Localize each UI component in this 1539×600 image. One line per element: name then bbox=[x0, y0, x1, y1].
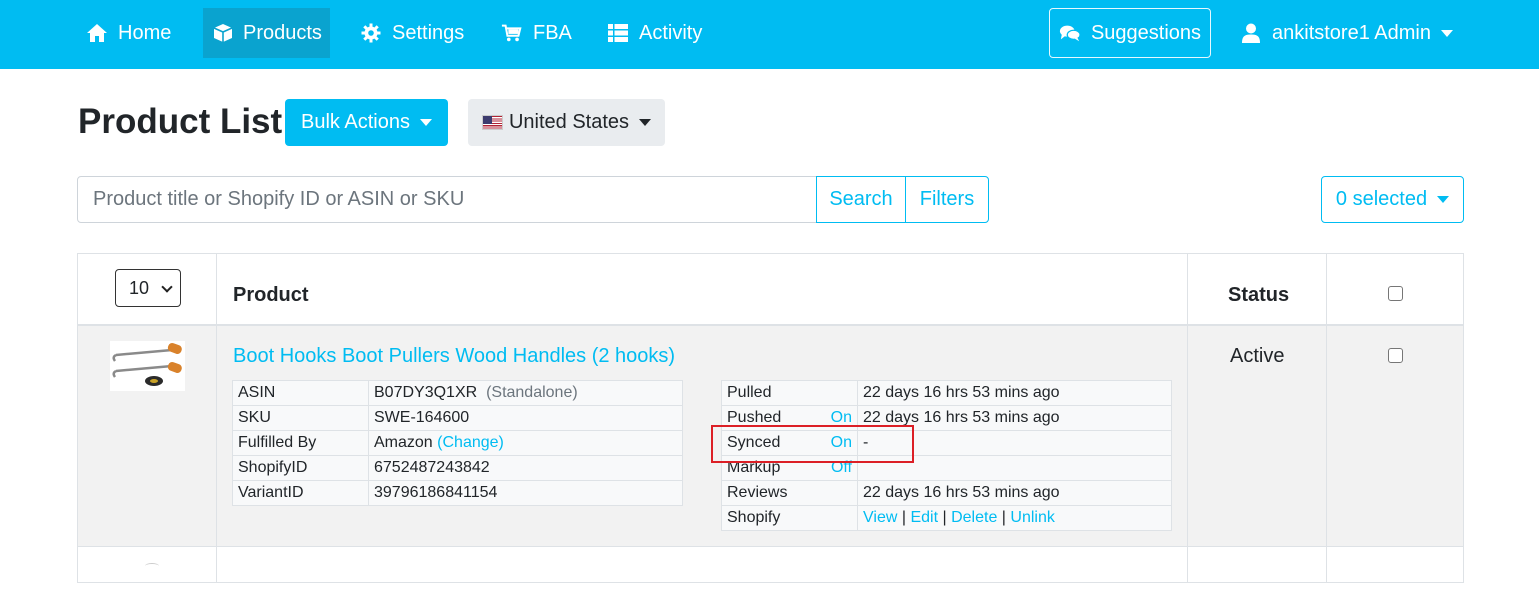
asin-note: (Standalone) bbox=[486, 384, 578, 401]
pulled-label: Pulled bbox=[721, 380, 858, 406]
separator: | bbox=[942, 509, 947, 526]
fulfilled-cell: Amazon (Change) bbox=[368, 430, 683, 456]
product-table: 10 Product Status Boot Hooks Boot Puller… bbox=[77, 253, 1464, 583]
column-divider bbox=[1326, 254, 1327, 582]
us-flag-icon bbox=[481, 115, 503, 130]
sync-row-pulled: Pulled 22 days 16 hrs 53 mins ago bbox=[721, 380, 1172, 406]
nav-fba[interactable]: FBA bbox=[491, 8, 582, 58]
details-row-asin: ASIN B07DY3Q1XR (Standalone) bbox=[232, 380, 683, 406]
fulfilled-change-link[interactable]: (Change) bbox=[437, 434, 504, 451]
sync-row-shopify: Shopify View | Edit | Delete | Unlink bbox=[721, 505, 1172, 531]
fulfilled-value: Amazon bbox=[374, 434, 433, 451]
chevron-down-icon bbox=[1437, 196, 1450, 203]
nav-fba-label: FBA bbox=[533, 21, 572, 44]
variantid-value: 39796186841154 bbox=[368, 480, 683, 506]
shopify-label: Shopify bbox=[721, 505, 858, 531]
product-thumbnail[interactable] bbox=[110, 341, 185, 391]
details-row-fulfilled: Fulfilled By Amazon (Change) bbox=[232, 430, 683, 456]
box-icon bbox=[213, 22, 233, 44]
sync-row-reviews: Reviews 22 days 16 hrs 53 mins ago bbox=[721, 480, 1172, 506]
nav-products[interactable]: Products bbox=[203, 8, 330, 58]
edit-link[interactable]: Edit bbox=[910, 509, 938, 526]
suggestions-label: Suggestions bbox=[1090, 21, 1202, 44]
list-icon bbox=[607, 22, 629, 44]
details-row-sku: SKU SWE-164600 bbox=[232, 405, 683, 431]
unlink-link[interactable]: Unlink bbox=[1010, 509, 1054, 526]
pulled-value: 22 days 16 hrs 53 mins ago bbox=[857, 380, 1172, 406]
user-menu-label: ankitstore1 Admin bbox=[1272, 21, 1431, 44]
column-header-status: Status bbox=[1228, 284, 1290, 306]
chevron-down-icon bbox=[639, 119, 652, 126]
column-divider bbox=[1187, 254, 1188, 582]
column-divider bbox=[216, 254, 217, 582]
separator: | bbox=[901, 509, 906, 526]
nav-settings-label: Settings bbox=[392, 21, 465, 44]
nav-activity[interactable]: Activity bbox=[597, 8, 712, 58]
delete-link[interactable]: Delete bbox=[951, 509, 997, 526]
home-icon bbox=[86, 22, 108, 44]
country-select-button[interactable]: United States bbox=[468, 99, 665, 146]
separator: | bbox=[1001, 509, 1006, 526]
comments-icon bbox=[1059, 22, 1081, 44]
nav-settings[interactable]: Settings bbox=[350, 8, 474, 58]
cart-icon bbox=[501, 22, 523, 44]
fulfilled-label: Fulfilled By bbox=[232, 430, 369, 456]
filters-button[interactable]: Filters bbox=[905, 176, 989, 223]
sku-value: SWE-164600 bbox=[368, 405, 683, 431]
variantid-label: VariantID bbox=[232, 480, 369, 506]
row-checkbox[interactable] bbox=[1388, 348, 1403, 363]
sku-label: SKU bbox=[232, 405, 369, 431]
reviews-value: 22 days 16 hrs 53 mins ago bbox=[857, 480, 1172, 506]
view-link[interactable]: View bbox=[863, 509, 897, 526]
per-page-value: 10 bbox=[129, 277, 150, 298]
nav-products-label: Products bbox=[243, 21, 322, 44]
shopifyid-value: 6752487243842 bbox=[368, 455, 683, 481]
details-row-variantid: VariantID 39796186841154 bbox=[232, 480, 683, 506]
suggestions-button[interactable]: Suggestions bbox=[1049, 8, 1211, 58]
select-all-checkbox[interactable] bbox=[1388, 286, 1403, 301]
asin-label: ASIN bbox=[232, 380, 369, 406]
per-page-select[interactable]: 10 bbox=[115, 269, 181, 307]
chevron-down-icon bbox=[1440, 29, 1453, 37]
gear-icon bbox=[360, 22, 382, 44]
row-divider bbox=[78, 546, 1463, 547]
next-row-thumbnail-partial bbox=[145, 563, 159, 569]
chevron-down-icon bbox=[419, 119, 432, 126]
selected-dropdown-button[interactable]: 0 selected bbox=[1321, 176, 1464, 223]
selected-label: 0 selected bbox=[1335, 188, 1428, 210]
user-menu[interactable]: ankitstore1 Admin bbox=[1230, 8, 1463, 58]
country-label: United States bbox=[508, 111, 630, 133]
bulk-actions-button[interactable]: Bulk Actions bbox=[285, 99, 448, 146]
nav-activity-label: Activity bbox=[639, 21, 703, 44]
chevron-down-icon bbox=[161, 281, 173, 293]
shopify-actions: View | Edit | Delete | Unlink bbox=[857, 505, 1172, 531]
user-icon bbox=[1240, 22, 1262, 44]
asin-value: B07DY3Q1XR bbox=[374, 384, 478, 401]
status-value: Active bbox=[1230, 345, 1285, 367]
pushed-label: Pushed bbox=[727, 409, 782, 426]
column-header-product: Product bbox=[233, 284, 309, 306]
asin-cell: B07DY3Q1XR (Standalone) bbox=[368, 380, 683, 406]
nav-home[interactable]: Home bbox=[76, 8, 181, 58]
search-button[interactable]: Search bbox=[816, 176, 906, 223]
product-details-table: ASIN B07DY3Q1XR (Standalone) SKU SWE-164… bbox=[232, 380, 683, 506]
search-input[interactable] bbox=[77, 176, 817, 223]
details-row-shopifyid: ShopifyID 6752487243842 bbox=[232, 455, 683, 481]
shopifyid-label: ShopifyID bbox=[232, 455, 369, 481]
page-title: Product List bbox=[78, 102, 283, 141]
product-title-link[interactable]: Boot Hooks Boot Pullers Wood Handles (2 … bbox=[233, 345, 675, 368]
nav-home-label: Home bbox=[118, 21, 172, 44]
annotation-highlight-box bbox=[711, 425, 914, 463]
reviews-label: Reviews bbox=[721, 480, 858, 506]
bulk-actions-label: Bulk Actions bbox=[301, 111, 410, 133]
top-navbar: Home Products Settings FBA Activity Sugg… bbox=[0, 0, 1539, 69]
header-divider bbox=[78, 324, 1463, 326]
